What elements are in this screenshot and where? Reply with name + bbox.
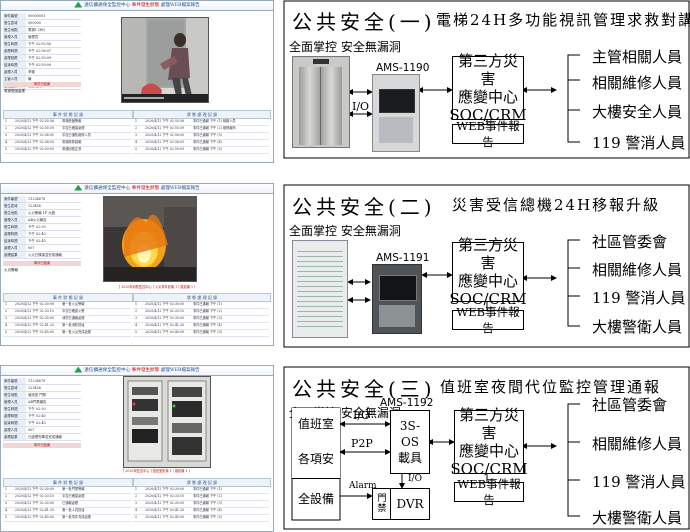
3s-os-box: 3S-OS 載具 (390, 410, 430, 474)
contact-2: 相關維修人員 (592, 74, 683, 92)
panel-title: 公共安全(二) (292, 195, 436, 219)
soc-box: 第三方災害 應變中心 SOC/CRM (449, 236, 527, 308)
input-all-devices: 全設備 (293, 480, 339, 516)
io-label: I/O (352, 100, 370, 113)
device-model: AMS-1190 (376, 62, 430, 74)
device-model: AMS-1192 (380, 397, 434, 409)
panel-subtitle: 災害受信總機24H移報升級 (452, 196, 661, 214)
web-report-box: WEB事件報告 (454, 477, 524, 507)
io-label-2: I/O (408, 474, 422, 484)
controller-device (372, 264, 422, 334)
contact-1: 主管相關人員 (592, 48, 683, 66)
elevator-device (292, 56, 350, 148)
contact-4: 大樓警衛人員 (592, 509, 683, 527)
contact-4: 119 警消人員 (592, 134, 686, 152)
contact-3: 119 警消人員 (592, 289, 686, 307)
input-security-devices: 各項安 (292, 438, 340, 479)
io-label: I/O (353, 409, 371, 422)
contact-1: 社區管委會 (592, 233, 668, 251)
contact-4: 大樓警衛人員 (592, 318, 683, 336)
device-model: AMS-1191 (376, 252, 430, 264)
contact-1: 社區管委會 (592, 396, 668, 414)
input-duty-room: 值班室 (292, 408, 340, 439)
web-report-box: WEB事件報告 (452, 305, 524, 335)
door-access-box: 門禁 (372, 488, 392, 520)
contact-2: 相關維修人員 (592, 435, 683, 453)
soc-box: 第三方災害 應變中心 SOC/CRM (450, 406, 528, 478)
contact-2: 相關維修人員 (592, 261, 683, 279)
p2p-label: P2P (351, 437, 373, 450)
fire-panel-device (292, 240, 348, 338)
web-report-box: WEB事件報告 (452, 119, 524, 149)
panel-note: 全面掌控 安全無漏洞 (289, 40, 401, 54)
soc-box: 第三方災害 應變中心 SOC/CRM (449, 52, 527, 124)
panel-subtitle: 電梯24H多功能視訊管理求救對講 (436, 11, 690, 29)
panel-note: 全面掌控 安全無漏洞 (289, 224, 401, 238)
controller-device (372, 74, 420, 152)
panel-title: 公共安全(一) (292, 10, 436, 34)
contact-3: 119 警消人員 (592, 473, 686, 491)
contact-3: 大樓安全人員 (592, 103, 683, 121)
dvr-box: DVR (390, 488, 430, 520)
